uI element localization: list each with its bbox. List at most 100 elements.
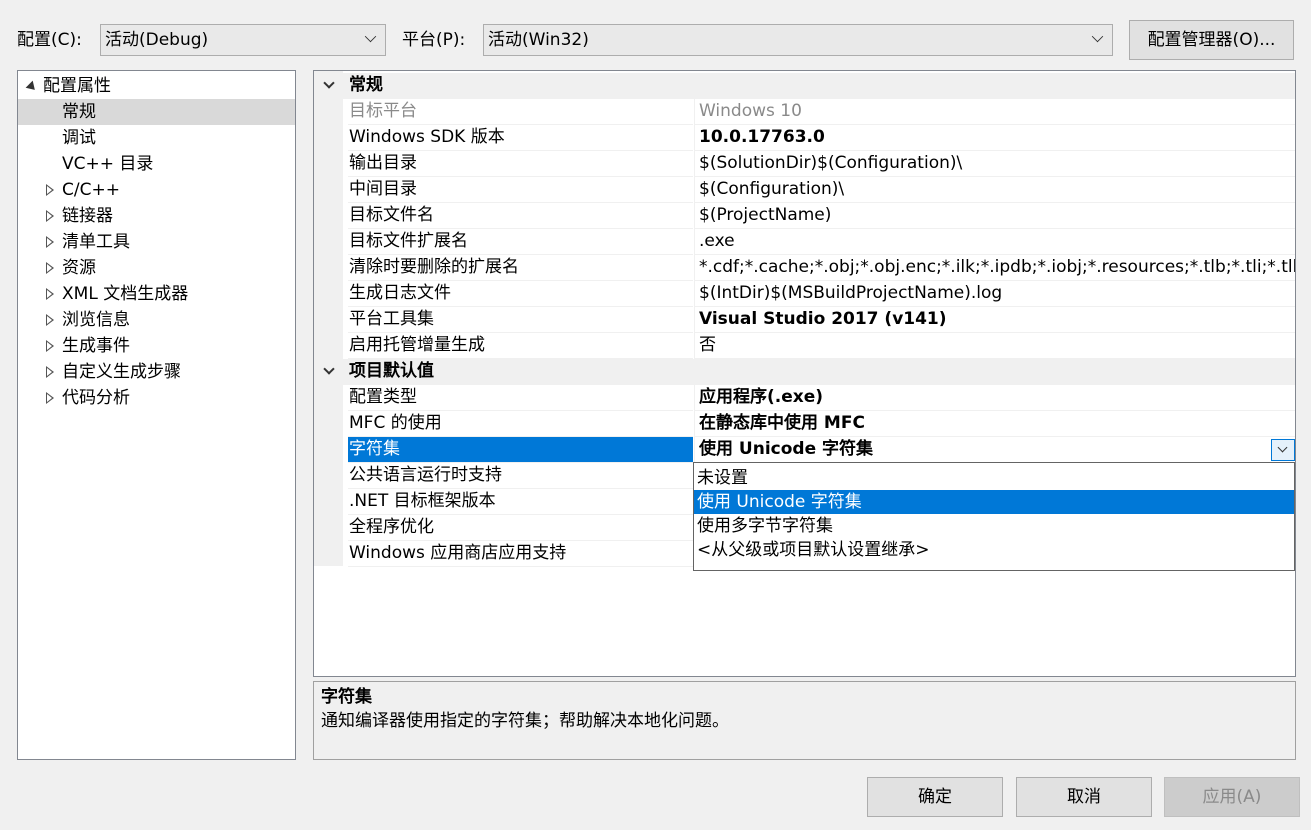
prop-row-clean-extensions[interactable]: 清除时要删除的扩展名 *.cdf;*.cache;*.obj;*.obj.enc… xyxy=(314,255,1295,281)
prop-value[interactable]: 在静态库中使用 MFC xyxy=(694,411,1295,437)
expand-triangle-icon[interactable] xyxy=(46,340,54,352)
tree-item-label: VC++ 目录 xyxy=(62,154,154,174)
category-general[interactable]: 常规 xyxy=(314,73,1295,99)
prop-value[interactable]: .exe xyxy=(694,229,1295,255)
dropdown-button[interactable] xyxy=(1271,439,1295,461)
chevron-down-icon xyxy=(1277,442,1288,453)
tree-item-label: 调试 xyxy=(62,128,96,148)
property-grid: 常规 目标平台 Windows 10 Windows SDK 版本 10.0.1… xyxy=(313,70,1296,677)
platform-select-value: 活动(Win32) xyxy=(488,30,589,50)
tree-item-custom-build-step[interactable]: 自定义生成步骤 xyxy=(18,359,295,385)
prop-name: 公共语言运行时支持 xyxy=(348,463,693,489)
chevron-down-icon xyxy=(364,30,377,43)
dropdown-option[interactable]: <从父级或项目默认设置继承> xyxy=(694,538,1294,562)
expand-triangle-icon[interactable] xyxy=(46,314,54,326)
prop-name: 输出目录 xyxy=(348,151,693,177)
prop-name: .NET 目标框架版本 xyxy=(348,489,693,515)
dropdown-option[interactable]: 使用多字节字符集 xyxy=(694,514,1294,538)
prop-row-config-type[interactable]: 配置类型 应用程序(.exe) xyxy=(314,385,1295,411)
tree-item-label: 清单工具 xyxy=(62,232,130,252)
prop-name: MFC 的使用 xyxy=(348,411,693,437)
tree-root-config-properties[interactable]: 配置属性 xyxy=(18,73,295,99)
prop-name: 平台工具集 xyxy=(348,307,693,333)
apply-button[interactable]: 应用(A) xyxy=(1164,777,1300,817)
tree-item-general[interactable]: 常规 xyxy=(18,99,295,125)
dropdown-option[interactable]: 未设置 xyxy=(694,466,1294,490)
prop-row-character-set[interactable]: 字符集 使用 Unicode 字符集 xyxy=(314,437,1295,463)
dropdown-option-selected[interactable]: 使用 Unicode 字符集 xyxy=(694,490,1294,514)
prop-name: Windows SDK 版本 xyxy=(348,125,693,151)
prop-value[interactable]: $(IntDir)$(MSBuildProjectName).log xyxy=(694,281,1295,307)
tree-item-label: 自定义生成步骤 xyxy=(62,362,181,382)
prop-value[interactable]: 否 xyxy=(694,333,1295,359)
expand-triangle-icon[interactable] xyxy=(46,366,54,378)
tree-item-label: 资源 xyxy=(62,258,96,278)
expanded-triangle-icon xyxy=(25,80,39,94)
tree-item-cpp[interactable]: C/C++ xyxy=(18,177,295,203)
cancel-button[interactable]: 取消 xyxy=(1016,777,1152,817)
prop-name: 清除时要删除的扩展名 xyxy=(348,255,693,281)
config-manager-button[interactable]: 配置管理器(O)... xyxy=(1129,20,1294,60)
prop-row-output-dir[interactable]: 输出目录 $(SolutionDir)$(Configuration)\ xyxy=(314,151,1295,177)
prop-value[interactable]: *.cdf;*.cache;*.obj;*.obj.enc;*.ilk;*.ip… xyxy=(694,255,1295,281)
prop-name: 目标文件扩展名 xyxy=(348,229,693,255)
prop-row-sdk-version[interactable]: Windows SDK 版本 10.0.17763.0 xyxy=(314,125,1295,151)
config-select-value: 活动(Debug) xyxy=(105,30,209,50)
tree-item-xml-doc-generator[interactable]: XML 文档生成器 xyxy=(18,281,295,307)
prop-row-target-name[interactable]: 目标文件名 $(ProjectName) xyxy=(314,203,1295,229)
prop-name: 全程序优化 xyxy=(348,515,693,541)
prop-name: 启用托管增量生成 xyxy=(348,333,693,359)
tree-item-resources[interactable]: 资源 xyxy=(18,255,295,281)
prop-name: 目标文件名 xyxy=(348,203,693,229)
tree-item-debugging[interactable]: 调试 xyxy=(18,125,295,151)
prop-name: 配置类型 xyxy=(348,385,693,411)
collapse-chevron-icon[interactable] xyxy=(323,363,335,375)
category-project-defaults[interactable]: 项目默认值 xyxy=(314,359,1295,385)
description-text: 通知编译器使用指定的字符集；帮助解决本地化问题。 xyxy=(321,711,729,731)
expand-triangle-icon[interactable] xyxy=(46,236,54,248)
ok-button[interactable]: 确定 xyxy=(867,777,1003,817)
prop-value[interactable]: $(ProjectName) xyxy=(694,203,1295,229)
property-tree: 配置属性 常规 调试 VC++ 目录 C/C++ 链接器 清单工具 资源 XML… xyxy=(17,70,296,760)
prop-name: 中间目录 xyxy=(348,177,693,203)
prop-name: Windows 应用商店应用支持 xyxy=(348,541,693,567)
prop-row-platform-toolset[interactable]: 平台工具集 Visual Studio 2017 (v141) xyxy=(314,307,1295,333)
tree-item-label: XML 文档生成器 xyxy=(62,284,189,304)
prop-value[interactable]: Windows 10 xyxy=(694,99,1295,125)
expand-triangle-icon[interactable] xyxy=(46,392,54,404)
prop-row-mfc-use[interactable]: MFC 的使用 在静态库中使用 MFC xyxy=(314,411,1295,437)
prop-value[interactable]: 应用程序(.exe) xyxy=(694,385,1295,411)
expand-triangle-icon[interactable] xyxy=(46,262,54,274)
prop-row-managed-incremental[interactable]: 启用托管增量生成 否 xyxy=(314,333,1295,359)
prop-row-target-platform[interactable]: 目标平台 Windows 10 xyxy=(314,99,1295,125)
config-select[interactable]: 活动(Debug) xyxy=(100,24,386,56)
expand-triangle-icon[interactable] xyxy=(46,210,54,222)
tree-item-vc-directories[interactable]: VC++ 目录 xyxy=(18,151,295,177)
character-set-select[interactable]: 使用 Unicode 字符集 xyxy=(694,437,1295,463)
tree-item-code-analysis[interactable]: 代码分析 xyxy=(18,385,295,411)
tree-item-browse-info[interactable]: 浏览信息 xyxy=(18,307,295,333)
prop-name: 生成日志文件 xyxy=(348,281,693,307)
prop-value[interactable]: $(Configuration)\ xyxy=(694,177,1295,203)
tree-item-label: 代码分析 xyxy=(62,388,130,408)
prop-value[interactable]: Visual Studio 2017 (v141) xyxy=(694,307,1295,333)
tree-item-label: 链接器 xyxy=(62,206,113,226)
prop-value[interactable]: 10.0.17763.0 xyxy=(694,125,1295,151)
prop-row-build-log[interactable]: 生成日志文件 $(IntDir)$(MSBuildProjectName).lo… xyxy=(314,281,1295,307)
tree-item-manifest-tool[interactable]: 清单工具 xyxy=(18,229,295,255)
prop-row-target-ext[interactable]: 目标文件扩展名 .exe xyxy=(314,229,1295,255)
tree-item-label: C/C++ xyxy=(62,180,120,200)
expand-triangle-icon[interactable] xyxy=(46,288,54,300)
tree-item-build-events[interactable]: 生成事件 xyxy=(18,333,295,359)
platform-select[interactable]: 活动(Win32) xyxy=(483,24,1113,56)
platform-label: 平台(P): xyxy=(402,30,466,50)
chevron-down-icon xyxy=(1091,30,1104,43)
category-label: 常规 xyxy=(349,75,383,95)
prop-value[interactable]: $(SolutionDir)$(Configuration)\ xyxy=(694,151,1295,177)
expand-triangle-icon[interactable] xyxy=(46,184,54,196)
tree-item-label: 常规 xyxy=(62,102,96,122)
collapse-chevron-icon[interactable] xyxy=(323,77,335,89)
prop-row-intermediate-dir[interactable]: 中间目录 $(Configuration)\ xyxy=(314,177,1295,203)
tree-item-label: 浏览信息 xyxy=(62,310,130,330)
tree-item-linker[interactable]: 链接器 xyxy=(18,203,295,229)
